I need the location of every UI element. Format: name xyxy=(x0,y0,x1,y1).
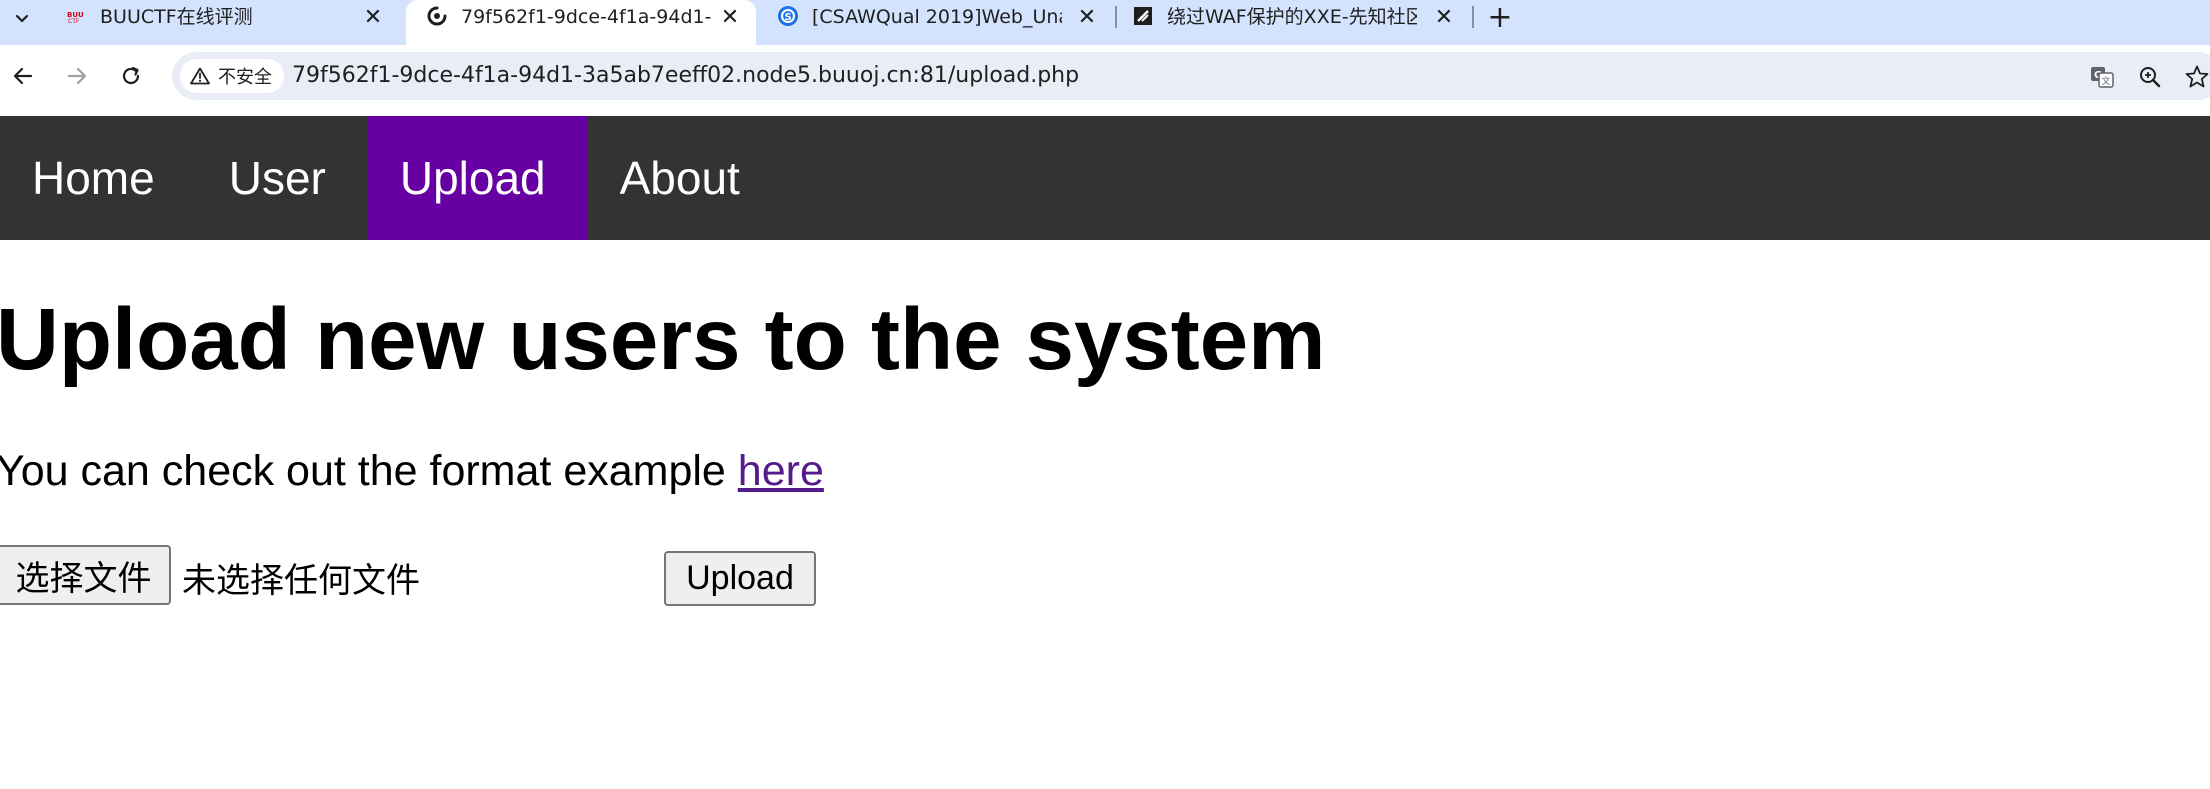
reload-button[interactable] xyxy=(114,59,148,93)
zoom-in-icon xyxy=(2140,67,2161,88)
tab-csaw-writeup[interactable]: S [CSAWQual 2019]Web_Unagi ✕ xyxy=(757,0,1112,34)
tab-upload-page[interactable]: 79f562f1-9dce-4f1a-94d1-3a5ab7eeff02.nod… xyxy=(406,0,756,45)
tab-buuctf[interactable]: BUU CTF BUUCTF在线评测 ✕ xyxy=(45,0,405,34)
back-button[interactable] xyxy=(6,59,40,93)
address-bar[interactable]: 不安全 79f562f1-9dce-4f1a-94d1-3a5ab7eeff02… xyxy=(172,52,2210,100)
svg-text:文: 文 xyxy=(2102,75,2111,87)
star-icon xyxy=(2185,65,2209,88)
choose-file-button[interactable]: 选择文件 xyxy=(0,545,171,605)
tab-title: 79f562f1-9dce-4f1a-94d1-3a5ab7eeff02.nod… xyxy=(461,6,711,28)
translate-button[interactable]: G 文 xyxy=(2087,62,2117,92)
tab-xianzhi[interactable]: 绕过WAF保护的XXE-先知社区 ✕ xyxy=(1112,0,1472,34)
close-icon[interactable]: ✕ xyxy=(1432,5,1456,30)
zoom-button[interactable] xyxy=(2135,62,2165,92)
arrow-left-icon xyxy=(13,67,33,85)
chevron-down-icon xyxy=(15,14,29,23)
blog-favicon-icon: S xyxy=(777,5,799,27)
upload-submit-button[interactable]: Upload xyxy=(664,551,816,606)
browser-tabstrip: BUU CTF BUUCTF在线评测 ✕ 79f562f1-9dce-4f1a-… xyxy=(0,0,2210,45)
tab-search-button[interactable] xyxy=(5,3,39,33)
close-icon[interactable]: ✕ xyxy=(361,5,385,30)
page-title: Upload new users to the system xyxy=(0,291,1326,388)
site-navbar: Home User Upload About xyxy=(0,116,2210,240)
nav-item-upload[interactable]: Upload xyxy=(367,116,588,240)
browser-toolbar: 不安全 79f562f1-9dce-4f1a-94d1-3a5ab7eeff02… xyxy=(0,45,2210,115)
new-tab-button[interactable]: + xyxy=(1484,0,1516,35)
security-chip[interactable]: 不安全 xyxy=(180,59,284,93)
svg-text:CTF: CTF xyxy=(68,18,80,24)
nav-item-home[interactable]: Home xyxy=(0,116,197,240)
tab-title: 绕过WAF保护的XXE-先知社区 xyxy=(1167,6,1417,28)
bookmark-button[interactable] xyxy=(2182,62,2210,92)
loading-favicon-icon xyxy=(426,5,448,27)
translate-icon: G 文 xyxy=(2091,67,2114,88)
forward-button[interactable] xyxy=(60,59,94,93)
close-icon[interactable]: ✕ xyxy=(718,5,742,30)
reload-icon xyxy=(122,66,140,85)
nav-item-about[interactable]: About xyxy=(588,116,782,240)
format-example-label: You can check out the format example xyxy=(0,447,738,495)
plus-icon: + xyxy=(1487,0,1513,35)
arrow-right-icon xyxy=(67,67,87,85)
warning-icon xyxy=(190,67,210,85)
format-example-link[interactable]: here xyxy=(738,447,824,495)
security-label: 不安全 xyxy=(218,67,272,88)
tab-title: [CSAWQual 2019]Web_Unagi xyxy=(812,6,1062,28)
svg-text:S: S xyxy=(785,12,792,23)
url-text[interactable]: 79f562f1-9dce-4f1a-94d1-3a5ab7eeff02.nod… xyxy=(292,52,1079,100)
tab-title: BUUCTF在线评测 xyxy=(100,6,253,28)
tab-separator xyxy=(1472,6,1474,28)
file-status-text: 未选择任何文件 xyxy=(182,561,420,601)
format-example-text: You can check out the format example her… xyxy=(0,447,824,496)
close-icon[interactable]: ✕ xyxy=(1075,5,1099,30)
nav-item-user[interactable]: User xyxy=(197,116,368,240)
buuctf-favicon-icon: BUU CTF xyxy=(65,5,87,27)
xianzhi-favicon-icon xyxy=(1132,5,1154,27)
